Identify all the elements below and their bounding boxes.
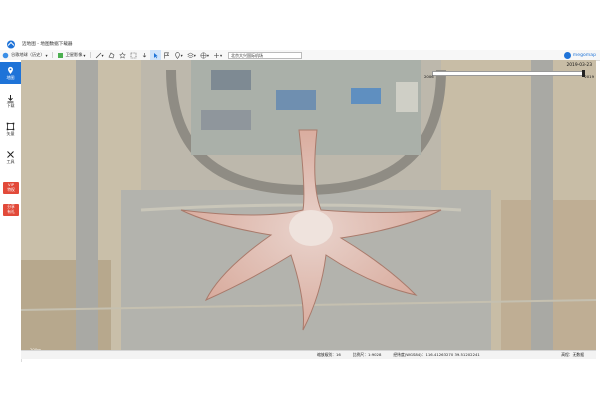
flag-icon bbox=[163, 52, 169, 58]
timeline-current-date: 2019-03-23 bbox=[566, 63, 592, 68]
polygon-icon bbox=[108, 52, 114, 58]
app-logo-icon bbox=[7, 40, 15, 48]
measure-tool[interactable]: ▾ bbox=[93, 50, 106, 60]
star-icon bbox=[118, 51, 126, 59]
search-input[interactable] bbox=[228, 51, 303, 59]
vector-icon bbox=[6, 122, 15, 130]
layer-label: 卫星影像 bbox=[65, 52, 83, 57]
toolbar-divider bbox=[51, 52, 53, 58]
rectangle-select-icon bbox=[130, 52, 136, 58]
sidebar-item-vector[interactable]: 矢量 bbox=[0, 118, 21, 140]
tools-icon bbox=[7, 150, 14, 158]
layers-icon bbox=[186, 52, 194, 58]
message-icon[interactable] bbox=[533, 41, 539, 56]
status-bar: 缩放级别：16 比例尺：1:9028 经纬度(WGS84)：116.412632… bbox=[21, 350, 596, 359]
globe-icon bbox=[2, 52, 9, 58]
minimize-icon[interactable] bbox=[566, 41, 572, 55]
download-area-icon bbox=[142, 52, 146, 57]
chevron-down-icon: ▾ bbox=[180, 52, 183, 58]
flag-tool[interactable] bbox=[161, 50, 172, 60]
zoom-icon bbox=[213, 52, 219, 58]
sidebar-item-label: 工具 bbox=[6, 158, 15, 164]
rectangle-select-tool[interactable] bbox=[128, 50, 139, 60]
menu-icon[interactable] bbox=[555, 41, 561, 55]
sidebar-item-label: 矢量 bbox=[6, 130, 15, 136]
ruler-icon bbox=[95, 52, 101, 58]
satellite-imagery[interactable] bbox=[21, 60, 596, 350]
camera-icon[interactable] bbox=[522, 41, 528, 56]
chevron-down-icon: ▾ bbox=[219, 52, 223, 58]
sidebar-item-label: 下载 bbox=[6, 102, 15, 108]
sidebar-item-map[interactable]: 地图 bbox=[0, 62, 21, 84]
vip-label: VIP 特权 bbox=[7, 182, 15, 192]
marker-icon bbox=[174, 51, 180, 59]
source-selector[interactable]: 谷歌地球（历史） ▾ bbox=[0, 50, 50, 60]
star-tool[interactable] bbox=[117, 50, 128, 60]
coordinates: 经纬度(WGS84)：116.41263270 39.51202241 bbox=[393, 352, 480, 357]
layer-selector[interactable]: 卫星影像 ▾ bbox=[55, 50, 88, 60]
download-area-tool[interactable] bbox=[139, 50, 150, 60]
user-icon[interactable] bbox=[544, 41, 550, 56]
sidebar-item-download[interactable]: 下载 bbox=[0, 90, 21, 112]
chevron-down-icon: ▾ bbox=[83, 52, 86, 58]
source-label: 谷歌地球（历史） bbox=[11, 52, 45, 57]
grid-tool[interactable]: ▾ bbox=[198, 50, 211, 60]
gift-label: 分享 有礼 bbox=[7, 204, 15, 214]
gift-button[interactable]: 分享 有礼 bbox=[3, 204, 19, 216]
toolbar-divider bbox=[89, 52, 91, 58]
zoom-level: 缩放级别：16 bbox=[317, 352, 341, 357]
map-scale: 比例尺：1:9028 bbox=[352, 352, 382, 357]
timeline-end-year: 2019 bbox=[584, 74, 594, 79]
vip-button[interactable]: VIP 特权 bbox=[3, 182, 19, 194]
timeline-start-year: 2006 bbox=[424, 74, 434, 79]
elevation: 高程：无数据 bbox=[561, 352, 584, 357]
chevron-down-icon: ▾ bbox=[206, 52, 209, 58]
marker-tool[interactable]: ▾ bbox=[172, 50, 185, 60]
timeline-slider[interactable] bbox=[432, 70, 585, 77]
chevron-down-icon: ▾ bbox=[101, 52, 104, 58]
pointer-tool[interactable] bbox=[149, 50, 161, 60]
satellite-icon bbox=[57, 52, 63, 58]
window-title: 迈地图 - 地图数据下载器 bbox=[22, 42, 73, 47]
grid-icon bbox=[200, 52, 207, 58]
history-timeline[interactable]: 2019-03-23 2006 2019 bbox=[424, 63, 596, 79]
sidebar-item-tools[interactable]: 工具 bbox=[0, 146, 21, 168]
layers-tool[interactable]: ▾ bbox=[185, 50, 198, 60]
chevron-down-icon: ▾ bbox=[193, 52, 196, 58]
maximize-icon[interactable] bbox=[577, 41, 583, 56]
sidebar-item-label: 地图 bbox=[6, 74, 15, 80]
map-view[interactable] bbox=[21, 60, 596, 350]
download-icon bbox=[7, 94, 14, 102]
sidebar: 地图 下载 矢量 工具 VIP 特权 分享 有礼 bbox=[0, 60, 22, 362]
chevron-down-icon: ▾ bbox=[45, 52, 48, 58]
close-icon[interactable] bbox=[588, 41, 594, 56]
map-icon bbox=[8, 66, 13, 74]
zoom-tool[interactable]: ▾ bbox=[211, 50, 224, 60]
pointer-icon bbox=[153, 52, 158, 58]
brand-logo-icon bbox=[563, 51, 571, 59]
brand-name: megomap bbox=[572, 52, 596, 58]
polygon-tool[interactable] bbox=[106, 50, 117, 60]
